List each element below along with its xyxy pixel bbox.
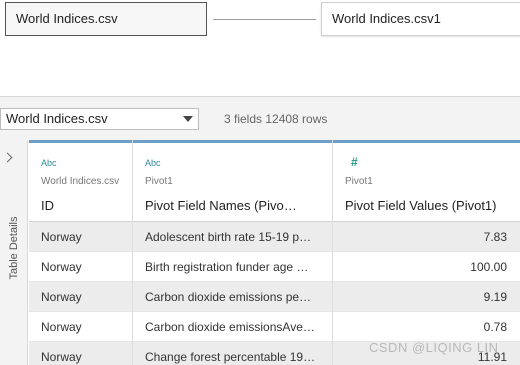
- column-header[interactable]: # Pivot1 Pivot Field Values (Pivot1): [333, 143, 520, 222]
- datasource-select-label: World Indices.csv: [6, 111, 108, 126]
- column-origin: World Indices.csv: [41, 176, 120, 187]
- table-details-panel[interactable]: Table Details: [0, 140, 28, 365]
- table-cell: Change forest percentable 19…: [133, 342, 332, 365]
- watermark: CSDN @LIQING LIN: [369, 340, 499, 355]
- table-cell: 0.78: [333, 312, 520, 342]
- table-details-label: Table Details: [8, 216, 20, 280]
- column-id: Abc World Indices.csv ID Norway Norway N…: [29, 140, 133, 365]
- flow-canvas: World Indices.csv World Indices.csv1: [0, 0, 520, 96]
- table-cell: Norway: [29, 282, 132, 312]
- column-header[interactable]: Abc Pivot1 Pivot Field Names (Pivo…: [133, 143, 332, 222]
- column-name: Pivot Field Names (Pivo…: [145, 198, 297, 213]
- table-cell: Norway: [29, 222, 132, 252]
- table-cell: 100.00: [333, 252, 520, 282]
- table-cell: Norway: [29, 312, 132, 342]
- string-type-icon[interactable]: Abc: [41, 158, 57, 168]
- column-origin: Pivot1: [345, 176, 373, 187]
- column-name: Pivot Field Values (Pivot1): [345, 198, 497, 213]
- table-cell: 7.83: [333, 222, 520, 252]
- table-cell: Norway: [29, 252, 132, 282]
- table-cell: Carbon dioxide emissions pe…: [133, 282, 332, 312]
- column-origin: Pivot1: [145, 176, 173, 187]
- datasource-select[interactable]: World Indices.csv: [0, 108, 199, 130]
- column-header[interactable]: Abc World Indices.csv ID: [29, 143, 132, 222]
- number-type-icon[interactable]: #: [351, 155, 358, 169]
- table-cell: Birth registration funder age …: [133, 252, 332, 282]
- string-type-icon[interactable]: Abc: [145, 158, 161, 168]
- table-cell: 9.19: [333, 282, 520, 312]
- flow-connector: [213, 19, 316, 20]
- table-cell: Norway: [29, 342, 132, 365]
- chevron-down-icon[interactable]: [183, 116, 193, 122]
- table-cell: Adolescent birth rate 15-19 p…: [133, 222, 332, 252]
- data-toolbar: World Indices.csv 3 fields 12408 rows: [0, 96, 520, 140]
- column-name: ID: [41, 198, 54, 213]
- flow-node-world-indices[interactable]: World Indices.csv: [5, 2, 207, 36]
- column-pivot-field-names: Abc Pivot1 Pivot Field Names (Pivo… Adol…: [133, 140, 333, 365]
- field-row-summary: 3 fields 12408 rows: [224, 112, 328, 126]
- data-grid: Abc World Indices.csv ID Norway Norway N…: [29, 140, 520, 365]
- column-pivot-field-values: # Pivot1 Pivot Field Values (Pivot1) 7.8…: [333, 140, 520, 365]
- chevron-right-icon[interactable]: [2, 152, 13, 163]
- table-cell: Carbon dioxide emissionsAve…: [133, 312, 332, 342]
- flow-node-world-indices-1[interactable]: World Indices.csv1: [321, 2, 520, 36]
